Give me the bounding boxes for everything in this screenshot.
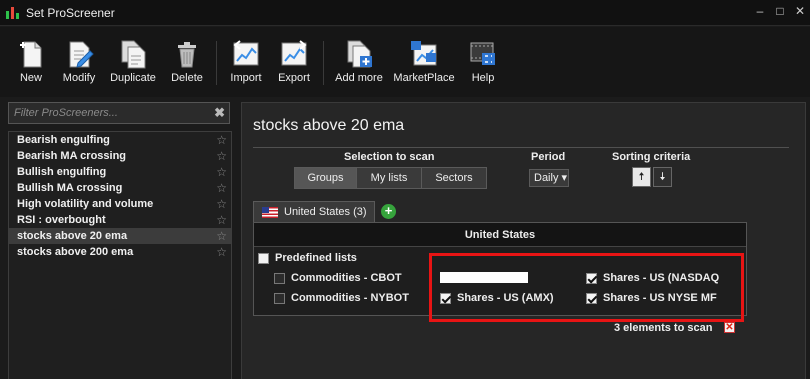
- modify-button[interactable]: Modify: [56, 27, 102, 84]
- red-highlight-box: [429, 253, 744, 322]
- new-document-icon: [16, 39, 46, 69]
- star-icon[interactable]: ☆: [216, 213, 227, 227]
- add-more-icon: [344, 39, 374, 69]
- star-icon[interactable]: ☆: [216, 245, 227, 259]
- list-item[interactable]: stocks above 200 ema ☆: [9, 244, 231, 260]
- list-item[interactable]: Bullish MA crossing ☆: [9, 180, 231, 196]
- add-more-label: Add more: [335, 72, 383, 84]
- scan-tabs: Groups My lists Sectors: [294, 167, 487, 189]
- sorting-label: Sorting criteria: [612, 151, 691, 163]
- marketplace-button[interactable]: MarketPlace: [390, 27, 458, 84]
- filter-input[interactable]: [14, 107, 204, 119]
- period-dropdown[interactable]: Daily ▾: [529, 169, 569, 187]
- commodities-nybot-row: Commodities - NYBOT: [274, 292, 409, 304]
- export-button[interactable]: Export: [271, 27, 317, 84]
- list-item[interactable]: Bearish engulfing ☆: [9, 132, 231, 148]
- star-icon[interactable]: ☆: [216, 133, 227, 147]
- duplicate-icon: [118, 39, 148, 69]
- marketplace-label: MarketPlace: [393, 72, 455, 84]
- commodities-cbot-row: Commodities - CBOT: [274, 272, 402, 284]
- filter-field: ✖: [8, 102, 230, 124]
- duplicate-label: Duplicate: [110, 72, 156, 84]
- import-button[interactable]: Import: [223, 27, 269, 84]
- commodities-nybot-label: Commodities - NYBOT: [291, 292, 409, 304]
- new-button[interactable]: New: [8, 27, 54, 84]
- list-item-selected[interactable]: stocks above 20 ema ☆: [9, 228, 231, 244]
- sort-ascending-button[interactable]: 🠅: [632, 167, 651, 187]
- predefined-lists-label: Predefined lists: [275, 252, 357, 264]
- delete-label: Delete: [171, 72, 203, 84]
- tab-sectors[interactable]: Sectors: [422, 168, 486, 188]
- star-icon[interactable]: ☆: [216, 165, 227, 179]
- add-market-button[interactable]: +: [381, 204, 396, 219]
- list-item[interactable]: Bearish MA crossing ☆: [9, 148, 231, 164]
- screener-list: Bearish engulfing ☆ Bearish MA crossing ☆ …: [8, 131, 232, 379]
- add-more-button[interactable]: Add more: [330, 27, 388, 84]
- predefined-lists-row: Predefined lists: [258, 252, 357, 264]
- toolbar: New Modify Duplicate Delete Import Expor…: [0, 27, 810, 97]
- clear-filter-icon[interactable]: ✖: [214, 105, 225, 121]
- selection-label: Selection to scan: [344, 151, 435, 163]
- toolbar-divider: [216, 41, 217, 85]
- star-icon[interactable]: ☆: [216, 149, 227, 163]
- us-flag-icon: [262, 206, 278, 218]
- edit-document-icon: [64, 39, 94, 69]
- market-box-title: United States: [254, 223, 746, 247]
- maximize-button[interactable]: □: [774, 4, 786, 18]
- tab-my-lists[interactable]: My lists: [357, 168, 422, 188]
- import-label: Import: [230, 72, 262, 84]
- tab-united-states[interactable]: United States (3): [253, 201, 375, 222]
- clear-selection-icon[interactable]: ✕: [724, 322, 735, 333]
- help-button[interactable]: Help: [460, 27, 506, 84]
- predefined-lists-checkbox[interactable]: [258, 252, 269, 264]
- list-item[interactable]: Bullish engulfing ☆: [9, 164, 231, 180]
- close-button[interactable]: ✕: [794, 4, 806, 18]
- sort-descending-button[interactable]: 🠇: [653, 167, 672, 187]
- star-icon[interactable]: ☆: [216, 229, 227, 243]
- import-chart-icon: [231, 39, 261, 69]
- divider: [253, 147, 789, 148]
- list-item[interactable]: RSI : overbought ☆: [9, 212, 231, 228]
- commodities-cbot-label: Commodities - CBOT: [291, 272, 402, 284]
- app-candlestick-icon: [6, 6, 20, 20]
- screener-settings-panel: stocks above 20 ema Selection to scan Gr…: [241, 102, 806, 379]
- minimize-button[interactable]: –: [754, 4, 766, 18]
- period-label: Period: [531, 151, 566, 163]
- commodities-cbot-checkbox[interactable]: [274, 272, 285, 284]
- tab-united-states-label: United States (3): [284, 206, 367, 218]
- export-chart-icon: [279, 39, 309, 69]
- export-label: Export: [278, 72, 310, 84]
- tab-groups[interactable]: Groups: [295, 168, 357, 188]
- modify-label: Modify: [62, 72, 96, 84]
- delete-button[interactable]: Delete: [164, 27, 210, 84]
- marketplace-icon: [409, 39, 439, 69]
- help-video-icon: [468, 39, 498, 69]
- elements-to-scan-count: 3 elements to scan: [614, 322, 713, 334]
- list-item[interactable]: High volatility and volume ☆: [9, 196, 231, 212]
- star-icon[interactable]: ☆: [216, 197, 227, 211]
- toolbar-divider: [323, 41, 324, 85]
- help-label: Help: [471, 72, 495, 84]
- trash-icon: [172, 39, 202, 69]
- duplicate-button[interactable]: Duplicate: [104, 27, 162, 84]
- window-title: Set ProScreener: [26, 5, 115, 20]
- page-title: stocks above 20 ema: [253, 117, 405, 134]
- commodities-nybot-checkbox[interactable]: [274, 292, 285, 304]
- title-bar: Set ProScreener – □ ✕: [0, 0, 810, 26]
- star-icon[interactable]: ☆: [216, 181, 227, 195]
- new-label: New: [19, 72, 42, 84]
